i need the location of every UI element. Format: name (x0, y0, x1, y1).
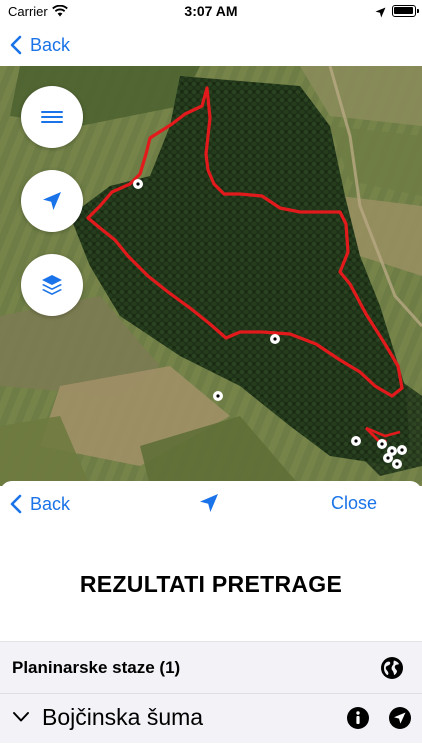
map-locate-button[interactable] (21, 170, 83, 232)
map-marker[interactable] (392, 459, 402, 469)
chevron-down-icon[interactable] (12, 710, 30, 728)
battery-icon (392, 5, 419, 17)
location-arrow-icon (200, 494, 218, 512)
location-arrow-icon (43, 192, 61, 210)
close-button[interactable]: Close (331, 493, 377, 514)
page-title: REZULTATI PRETRAGE (79, 571, 343, 597)
map-marker[interactable] (351, 436, 361, 446)
map-marker[interactable] (213, 391, 223, 401)
status-bar: Carrier 3:07 AM (0, 0, 422, 24)
navigate-button[interactable] (198, 492, 220, 519)
results-sheet: Back Close REZULTATI PRETRAGE Planinarsk… (0, 481, 422, 750)
layers-icon (42, 275, 62, 295)
back-button[interactable]: Back (10, 30, 70, 60)
map-marker[interactable] (133, 179, 143, 189)
list-item-label: Bojčinska šuma (42, 704, 204, 730)
map-layers-button[interactable] (21, 254, 83, 316)
map-marker[interactable] (383, 453, 393, 463)
globe-icon[interactable] (380, 656, 404, 685)
map-marker[interactable] (377, 439, 387, 449)
sheet-back-button[interactable]: Back (10, 491, 70, 517)
chevron-left-icon (10, 494, 22, 514)
nav-bar: Back (0, 24, 422, 66)
clock: 3:07 AM (184, 3, 238, 19)
list-item[interactable]: Bojčinska šuma (0, 693, 422, 743)
sheet-nav-bar: Back Close (0, 481, 422, 527)
section-header-trails: Planinarske staze (1) (0, 641, 422, 693)
map-menu-button[interactable] (21, 86, 83, 148)
hamburger-menu-icon (41, 111, 63, 123)
chevron-left-icon (10, 35, 22, 55)
navigate-icon[interactable] (388, 706, 412, 735)
section-label: Planinarske staze (1) (12, 658, 181, 677)
map-view[interactable] (0, 66, 422, 486)
map-marker[interactable] (397, 445, 407, 455)
location-services-icon (375, 5, 386, 23)
info-icon[interactable] (346, 706, 370, 735)
back-label: Back (30, 34, 71, 55)
map-marker[interactable] (270, 334, 280, 344)
sheet-back-label: Back (30, 493, 71, 514)
